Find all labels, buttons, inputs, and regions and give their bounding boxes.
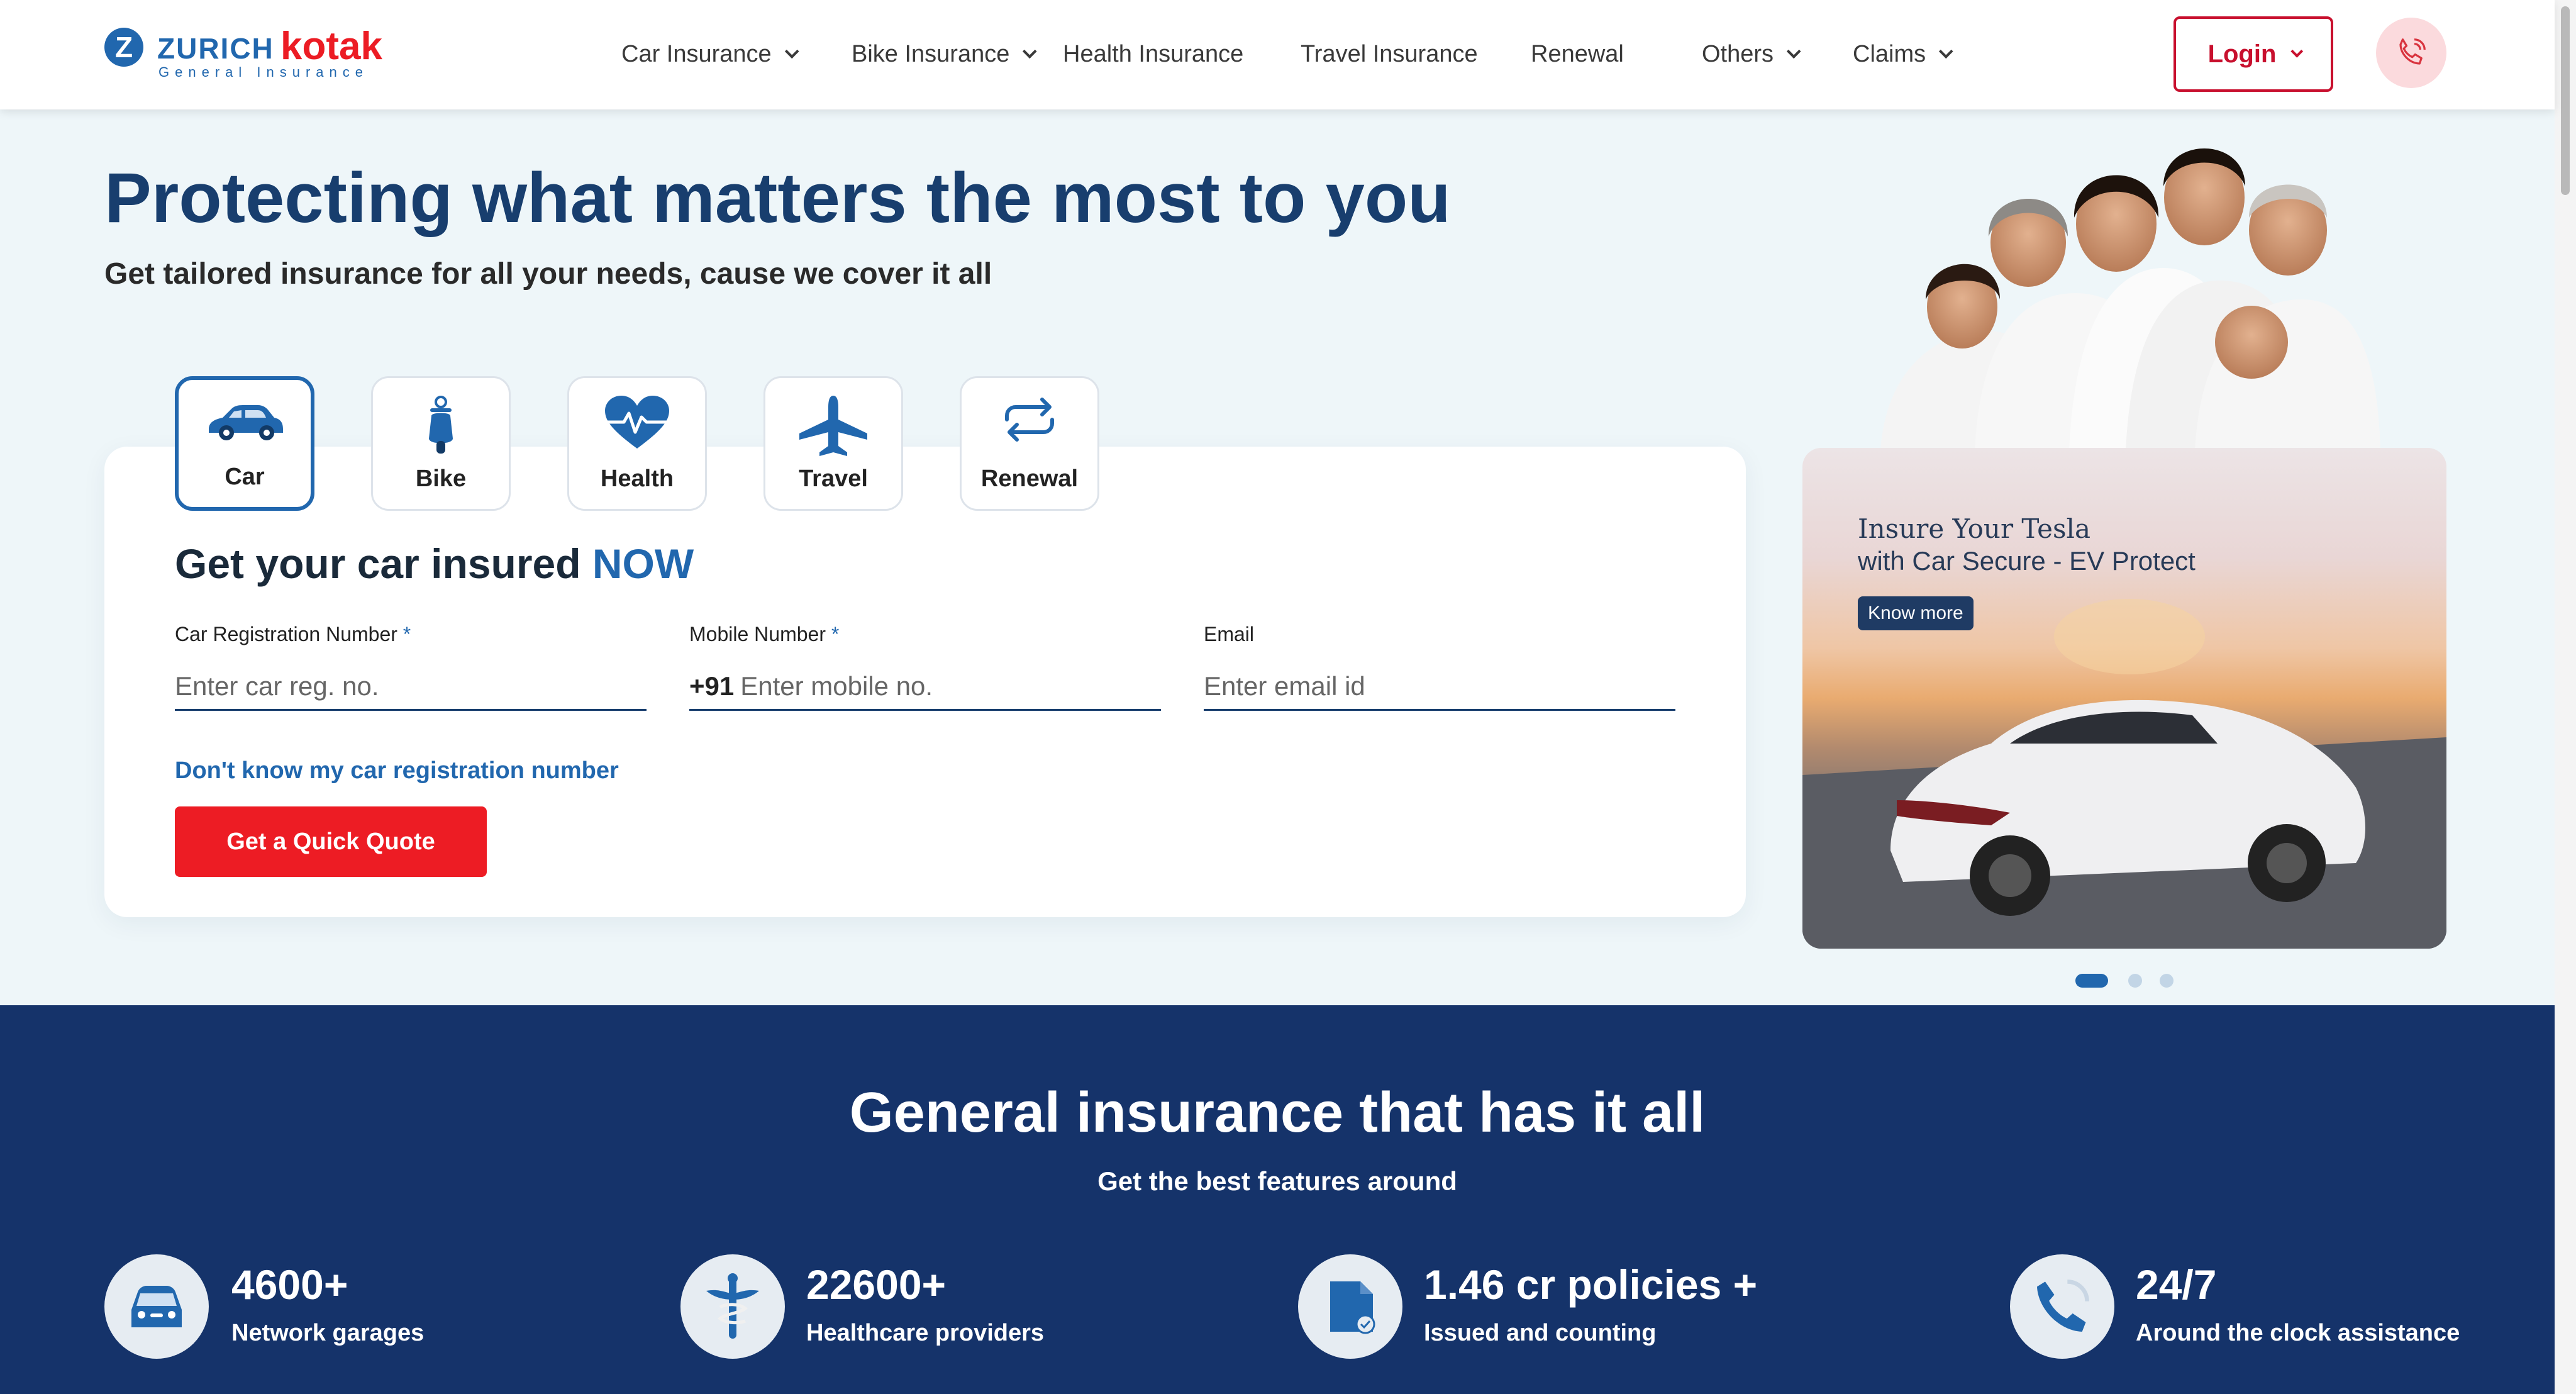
know-more-button[interactable]: Know more bbox=[1858, 596, 1974, 630]
scrollbar-thumb[interactable] bbox=[2561, 6, 2570, 195]
zurich-z-icon: Z bbox=[104, 28, 143, 67]
form-heading-highlight: NOW bbox=[592, 540, 694, 587]
policy-document-icon bbox=[1298, 1254, 1402, 1359]
nav-label: Others bbox=[1702, 40, 1774, 67]
country-code-prefix: +91 bbox=[689, 671, 735, 701]
required-marker: * bbox=[402, 623, 411, 645]
nav-label: Health Insurance bbox=[1063, 40, 1244, 67]
stat-label: Around the clock assistance bbox=[2136, 1320, 2460, 1346]
form-heading-text: Get your car insured bbox=[175, 540, 581, 587]
product-tab-label: Car bbox=[225, 464, 265, 490]
chevron-down-icon bbox=[2290, 45, 2304, 58]
carousel-dot-2[interactable] bbox=[2128, 974, 2142, 988]
stat-label: Network garages bbox=[231, 1320, 425, 1346]
product-tab-label: Bike bbox=[415, 466, 467, 492]
nav-bike-insurance[interactable]: Bike Insurance bbox=[852, 40, 1037, 68]
nav-label: Travel Insurance bbox=[1301, 40, 1478, 67]
promo-banner[interactable]: Insure Your Tesla with Car Secure - EV P… bbox=[1802, 448, 2446, 949]
product-tab-health[interactable]: Health bbox=[567, 376, 707, 511]
nav-label: Car Insurance bbox=[621, 40, 772, 67]
product-tab-car[interactable]: Car bbox=[175, 376, 314, 511]
logo-brand-b: kotak bbox=[280, 25, 382, 68]
car-icon bbox=[209, 405, 283, 440]
reg-label-text: Car Registration Number bbox=[175, 623, 397, 645]
mobile-field[interactable]: +91 bbox=[689, 663, 1161, 711]
email-label: Email bbox=[1204, 623, 1254, 646]
stat-value: 24/7 bbox=[2136, 1261, 2217, 1308]
stat-value: 1.46 cr policies + bbox=[1424, 1261, 1758, 1308]
medical-caduceus-icon bbox=[680, 1254, 785, 1359]
product-tab-bike[interactable]: Bike bbox=[371, 376, 511, 511]
login-button[interactable]: Login bbox=[2174, 16, 2333, 92]
chevron-down-icon bbox=[784, 44, 799, 59]
hero-subtitle: Get tailored insurance for all your need… bbox=[104, 257, 992, 291]
features-subtitle: Get the best features around bbox=[1097, 1166, 1457, 1196]
chevron-down-icon bbox=[1786, 44, 1801, 59]
nav-travel-insurance[interactable]: Travel Insurance bbox=[1301, 40, 1478, 68]
no-registration-link[interactable]: Don't know my car registration number bbox=[175, 757, 619, 784]
hero-title: Protecting what matters the most to you bbox=[104, 159, 1451, 237]
reg-label: Car Registration Number * bbox=[175, 623, 411, 646]
logo-brand-a: ZURICH bbox=[157, 32, 274, 65]
mobile-label: Mobile Number * bbox=[689, 623, 839, 646]
promo-line-2: with Car Secure - EV Protect bbox=[1858, 546, 2196, 576]
mobile-input[interactable] bbox=[740, 671, 1161, 701]
email-input[interactable] bbox=[1204, 671, 1675, 701]
call-button[interactable] bbox=[2376, 18, 2446, 88]
nav-others[interactable]: Others bbox=[1702, 40, 1801, 68]
nav-car-insurance[interactable]: Car Insurance bbox=[621, 40, 799, 68]
stat-label: Healthcare providers bbox=[806, 1320, 1045, 1346]
family-photo bbox=[1880, 148, 2380, 450]
product-tab-label: Renewal bbox=[980, 466, 1079, 492]
stat-value: 4600+ bbox=[231, 1261, 348, 1308]
quick-quote-button[interactable]: Get a Quick Quote bbox=[175, 806, 487, 877]
logo-subtitle: General Insurance bbox=[158, 64, 369, 80]
login-label: Login bbox=[2207, 40, 2277, 68]
email-field[interactable] bbox=[1204, 663, 1675, 711]
zurich-kotak-logo[interactable]: Z ZURICH kotak General Insurance bbox=[104, 25, 394, 82]
nav-renewal[interactable]: Renewal bbox=[1531, 40, 1624, 68]
form-heading: Get your car insured NOW bbox=[175, 540, 694, 588]
product-tab-label: Health bbox=[600, 466, 674, 492]
required-marker: * bbox=[831, 623, 840, 645]
phone-support-icon bbox=[2010, 1254, 2114, 1359]
nav-claims[interactable]: Claims bbox=[1853, 40, 1953, 68]
product-tab-travel[interactable]: Travel bbox=[763, 376, 903, 511]
nav-health-insurance[interactable]: Health Insurance bbox=[1063, 40, 1243, 68]
reg-field[interactable] bbox=[175, 663, 647, 711]
stat-value: 22600+ bbox=[806, 1261, 947, 1308]
chevron-down-icon bbox=[1023, 44, 1037, 59]
promo-line-1: Insure Your Tesla bbox=[1858, 513, 2091, 544]
product-tab-label: Travel bbox=[799, 466, 868, 492]
reg-input[interactable] bbox=[175, 671, 647, 701]
stat-label: Issued and counting bbox=[1424, 1320, 1657, 1346]
email-label-text: Email bbox=[1204, 623, 1255, 645]
page-scrollbar[interactable] bbox=[2555, 0, 2576, 1394]
renew-arrows-icon bbox=[1005, 398, 1054, 442]
carousel-dot-1[interactable] bbox=[2075, 974, 2108, 988]
product-tab-renewal[interactable]: Renewal bbox=[960, 376, 1099, 511]
heartbeat-icon bbox=[605, 396, 669, 449]
chevron-down-icon bbox=[1939, 44, 1953, 59]
carousel-dot-3[interactable] bbox=[2160, 974, 2174, 988]
nav-label: Claims bbox=[1853, 40, 1926, 67]
site-header: Z ZURICH kotak General Insurance Car Ins… bbox=[0, 0, 2555, 109]
nav-label: Bike Insurance bbox=[852, 40, 1010, 67]
phone-icon bbox=[2399, 38, 2426, 65]
nav-label: Renewal bbox=[1531, 40, 1624, 67]
garage-car-icon bbox=[104, 1254, 209, 1359]
airplane-icon bbox=[799, 396, 867, 456]
scooter-icon bbox=[429, 396, 453, 454]
mobile-label-text: Mobile Number bbox=[689, 623, 826, 645]
features-title: General insurance that has it all bbox=[849, 1081, 1706, 1144]
